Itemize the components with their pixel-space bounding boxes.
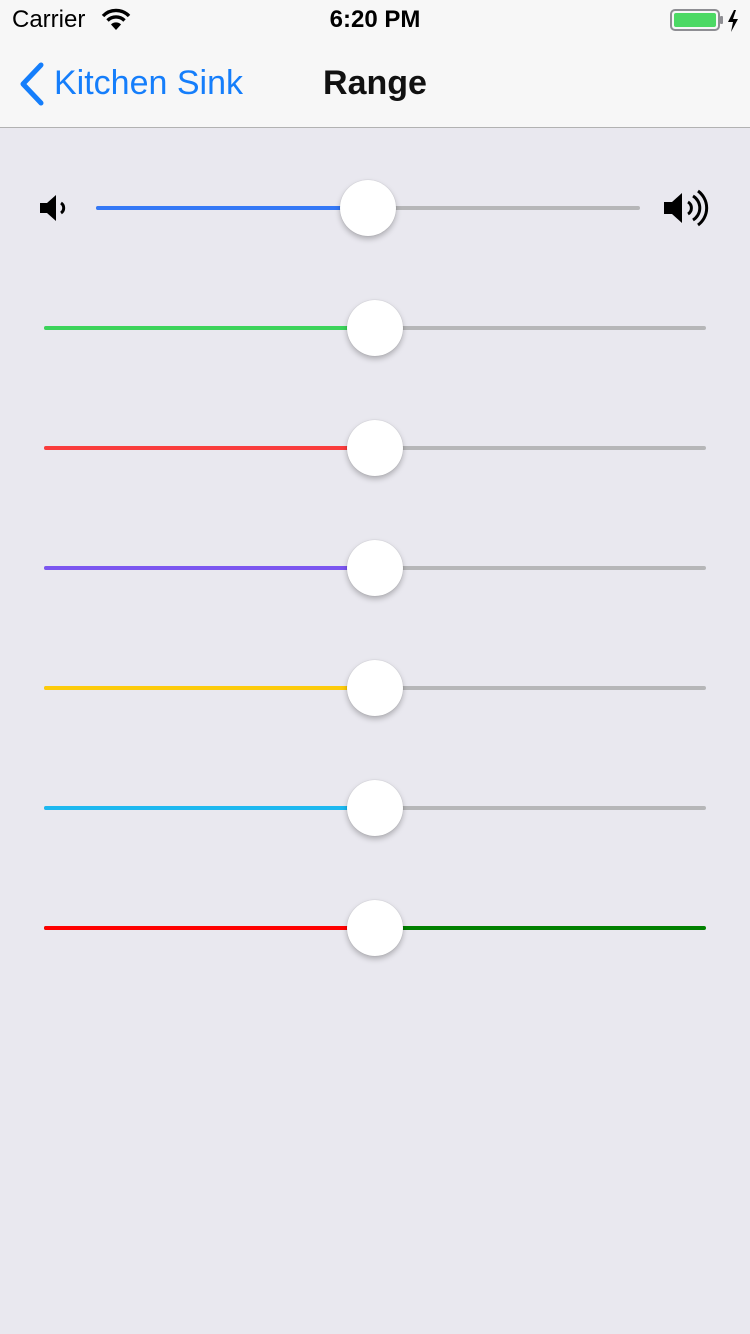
volume-low-icon [40,195,66,221]
slider-fill [44,806,375,810]
slider-fill [44,926,375,930]
status-bar: Carrier 6:20 PM [0,0,750,40]
back-button-label: Kitchen Sink [54,64,243,102]
slider-fill [96,206,368,210]
slider-fill [44,566,375,570]
navigation-bar: Range Kitchen Sink [0,40,750,128]
back-button[interactable]: Kitchen Sink [18,40,243,127]
slider-thumb[interactable] [347,780,403,836]
slider-fill [44,446,375,450]
slider-purple[interactable] [44,538,706,598]
charging-bolt-icon [728,10,738,32]
slider-cyan[interactable] [44,778,706,838]
slider-red-green[interactable] [44,898,706,958]
slider-yellow[interactable] [44,658,706,718]
chevron-left-icon [20,62,44,105]
slider-green[interactable] [44,298,706,358]
volume-high-icon [664,189,709,227]
slider-thumb[interactable] [340,180,396,236]
battery-icon [670,9,738,32]
slider-thumb[interactable] [347,660,403,716]
slider-thumb[interactable] [347,420,403,476]
status-time: 6:20 PM [329,6,421,33]
slider-thumb[interactable] [347,540,403,596]
slider-list [0,128,750,1334]
slider-thumb[interactable] [347,900,403,956]
slider-red[interactable] [44,418,706,478]
slider-fill [44,686,375,690]
slider-volume[interactable] [96,178,640,238]
slider-thumb[interactable] [347,300,403,356]
slider-fill [44,326,375,330]
